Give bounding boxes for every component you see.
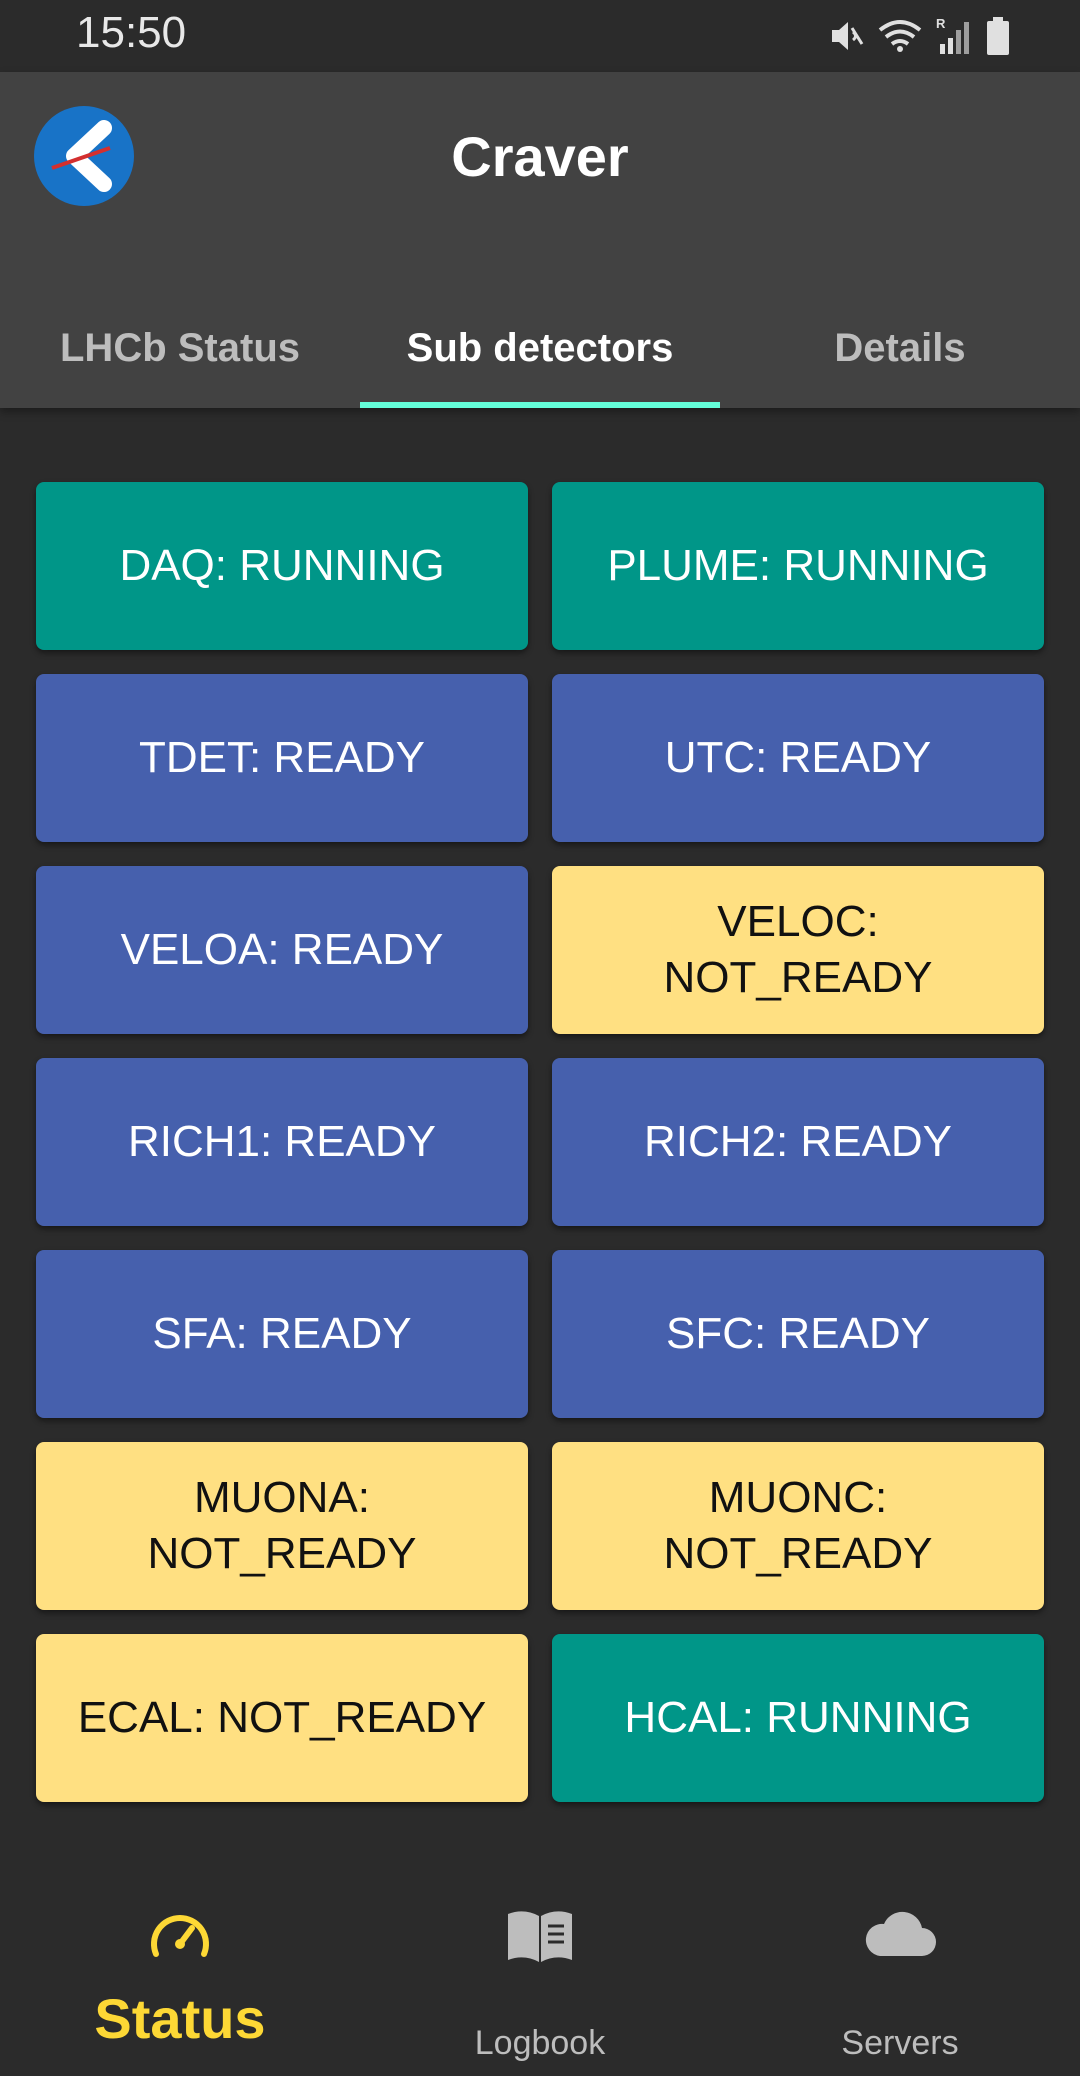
tab-label: Sub detectors: [406, 325, 674, 370]
detector-tile-veloa[interactable]: VELOA: READY: [36, 866, 528, 1034]
detector-tile-daq[interactable]: DAQ: RUNNING: [36, 482, 528, 650]
detector-tile-sfa[interactable]: SFA: READY: [36, 1250, 528, 1418]
tab-sub-detectors[interactable]: Sub detectors: [360, 288, 720, 408]
detector-tile-sfc[interactable]: SFC: READY: [552, 1250, 1044, 1418]
nav-item-logbook[interactable]: Logbook: [360, 1856, 720, 2076]
detector-tile-plume[interactable]: PLUME: RUNNING: [552, 482, 1044, 650]
mute-icon: [832, 22, 864, 50]
speedometer-icon: [151, 1915, 209, 1957]
cloud-icon: [865, 1911, 936, 1956]
detector-tile-utc[interactable]: UTC: READY: [552, 674, 1044, 842]
detector-grid: DAQ: RUNNING PLUME: RUNNING TDET: READY …: [36, 482, 1044, 1802]
tab-lhcb-status[interactable]: LHCb Status: [0, 288, 360, 408]
book-icon: [508, 1911, 572, 1962]
tab-details[interactable]: Details: [720, 288, 1080, 408]
detector-tile-rich1[interactable]: RICH1: READY: [36, 1058, 528, 1226]
detector-tile-muona[interactable]: MUONA: NOT_READY: [36, 1442, 528, 1610]
nav-label-logbook: Logbook: [474, 2024, 606, 2062]
detector-tile-muonc[interactable]: MUONC: NOT_READY: [552, 1442, 1044, 1610]
status-icons: R: [828, 14, 1010, 58]
signal-icon: R: [936, 16, 969, 54]
nav-item-servers[interactable]: Servers: [720, 1856, 1080, 2076]
tab-label: LHCb Status: [60, 325, 300, 370]
svg-text:R: R: [936, 16, 946, 31]
status-bar: 15:50 R: [0, 0, 1080, 72]
app-title: Craver: [451, 125, 629, 188]
detector-tile-rich2[interactable]: RICH2: READY: [552, 1058, 1044, 1226]
wifi-icon: [878, 20, 922, 52]
detector-tile-hcal[interactable]: HCAL: RUNNING: [552, 1634, 1044, 1802]
app-bar: Craver LHCb Status Sub detectors Details: [0, 72, 1080, 408]
detector-tile-veloc[interactable]: VELOC: NOT_READY: [552, 866, 1044, 1034]
battery-icon: [987, 17, 1009, 55]
status-time: 15:50: [76, 8, 187, 57]
bottom-nav: Status Logbook Servers: [0, 1856, 1080, 2076]
nav-item-status[interactable]: Status: [0, 1856, 360, 2076]
tab-indicator: [360, 402, 720, 408]
nav-label-servers: Servers: [841, 2024, 959, 2062]
nav-label-status: Status: [94, 1987, 266, 2050]
detector-tile-ecal[interactable]: ECAL: NOT_READY: [36, 1634, 528, 1802]
tab-bar: LHCb Status Sub detectors Details: [0, 288, 1080, 408]
tab-label: Details: [834, 325, 966, 370]
detector-tile-tdet[interactable]: TDET: READY: [36, 674, 528, 842]
